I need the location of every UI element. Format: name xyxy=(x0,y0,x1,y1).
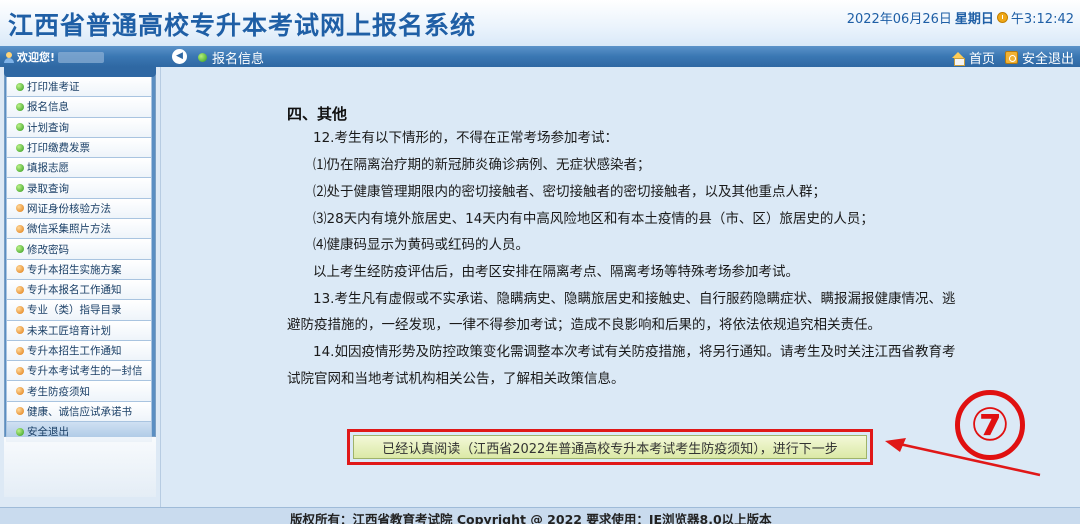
welcome-text: 欢迎您! xyxy=(17,51,56,64)
sidebar-item[interactable]: 修改密码 xyxy=(6,239,152,260)
orange-dot-icon xyxy=(16,346,24,355)
orange-dot-icon xyxy=(16,285,24,294)
green-dot-icon xyxy=(16,82,24,91)
sidebar-item[interactable]: 打印准考证 xyxy=(6,77,152,98)
weekday-text: 星期日 xyxy=(954,12,994,27)
sidebar-container: 打印准考证报名信息计划查询打印缴费发票 填报志愿录取查询网证身份核验方法 微信采集照… xyxy=(0,67,160,524)
sidebar-item[interactable]: 健康、诚信应试承诺书 xyxy=(6,401,152,423)
rule-paragraph: 试院官网和当地考试机构相关公告，了解相关政策信息。 xyxy=(287,371,625,387)
clock-icon xyxy=(996,12,1008,23)
sidebar-item-label: 微信采集照片方法 xyxy=(27,223,111,236)
orange-dot-icon xyxy=(16,366,24,375)
orange-dot-icon xyxy=(16,224,24,233)
orange-dot-icon xyxy=(16,204,24,213)
sidebar-item-label: 专升本招生实施方案 xyxy=(27,263,122,276)
rule-paragraph: ⑷健康码显示为黄码或红码的人员。 xyxy=(313,237,529,253)
sidebar-item-label: 打印缴费发票 xyxy=(27,142,90,155)
sidebar-item-label: 网证身份核验方法 xyxy=(27,202,111,215)
orange-dot-icon xyxy=(16,387,24,396)
home-link[interactable]: 首页 xyxy=(969,48,995,67)
orange-dot-icon xyxy=(16,326,24,335)
sidebar-top-bar xyxy=(4,67,156,77)
proceed-next-step-button[interactable]: 已经认真阅读（江西省2022年普通高校专升本考试考生防疫须知），进行下一步 xyxy=(353,435,867,459)
collapse-sidebar-button[interactable]: ◀ xyxy=(172,49,187,64)
sidebar-item[interactable]: 计划查询 xyxy=(6,117,152,138)
nav-bar: 欢迎您! ◀ 报名信息 首页 安全退出 xyxy=(0,46,1080,67)
rule-paragraph: 以上考生经防疫评估后，由考区安排在隔离考点、隔离考场等特殊考场参加考试。 xyxy=(313,264,799,280)
sidebar-item-label: 健康、诚信应试承诺书 xyxy=(27,405,132,418)
current-page-label: 报名信息 xyxy=(212,52,265,67)
sidebar-item-label: 专升本报名工作通知 xyxy=(27,284,122,297)
sidebar-item-label: 考生防疫须知 xyxy=(27,385,90,398)
exit-icon[interactable] xyxy=(1004,51,1018,64)
sidebar-item-label: 修改密码 xyxy=(27,243,69,256)
rule-paragraph: ⑴仍在隔离治疗期的新冠肺炎确诊病例、无症状感染者； xyxy=(313,157,651,173)
sidebar-item[interactable]: 录取查询 xyxy=(6,178,152,199)
rule-paragraph: ⑶28天内有境外旅居史、14天内有中高风险地区和有本土疫情的县（市、区）旅居史的… xyxy=(313,211,874,227)
user-icon xyxy=(4,51,14,63)
sidebar-item[interactable]: 专业（类）指导目录 xyxy=(6,300,152,321)
sidebar-item[interactable]: 网证身份核验方法 xyxy=(6,198,152,220)
sidebar-item[interactable]: 考生防疫须知 xyxy=(6,381,152,402)
sidebar-item[interactable]: 微信采集照片方法 xyxy=(6,219,152,240)
green-dot-icon xyxy=(16,184,24,193)
green-dot-icon xyxy=(198,53,207,62)
exit-link[interactable]: 安全退出 xyxy=(1022,48,1074,67)
home-icon[interactable] xyxy=(951,51,965,66)
orange-dot-icon xyxy=(16,305,24,314)
sidebar-item[interactable]: 专升本考试考生的一封信 xyxy=(6,361,152,382)
sidebar-item-label: 报名信息 xyxy=(27,101,69,114)
green-dot-icon xyxy=(16,102,24,111)
page-header: 江西省普通高校专升本考试网上报名系统 2022年06月26日 星期日 午3:12… xyxy=(0,0,1080,46)
sidebar-item-label: 专升本考试考生的一封信 xyxy=(27,365,143,378)
rule-paragraph: 避防疫措施的，一经发现，一律不得参加考试；造成不良影响和后果的，将依法依规追究相… xyxy=(287,317,881,333)
sidebar-item[interactable]: 专升本招生工作通知 xyxy=(6,340,152,362)
rule-paragraph: 14.如因疫情形势及防控政策变化需调整本次考试有关防疫措施，将另行通知。请考生及… xyxy=(313,344,956,360)
sidebar-item[interactable]: 填报志愿 xyxy=(6,158,152,179)
rule-paragraph: 13.考生凡有虚假或不实承诺、隐瞒病史、隐瞒旅居史和接触史、自行服药隐瞒症状、瞒… xyxy=(313,291,956,307)
footer-copyright: 版权所有：江西省教育考试院 Copyright @ 2022 要求使用：IE浏览… xyxy=(290,512,772,524)
sidebar-item[interactable]: 未来工匠培育计划 xyxy=(6,320,152,341)
green-dot-icon xyxy=(16,123,24,132)
orange-dot-icon xyxy=(16,407,24,416)
sidebar-item-label: 专升本招生工作通知 xyxy=(27,345,122,357)
section-title: 四、其他 xyxy=(287,105,348,123)
sidebar-item[interactable]: 专升本招生实施方案 xyxy=(6,259,152,280)
rule-paragraph: 12.考生有以下情形的，不得在正常考场参加考试： xyxy=(313,130,618,146)
rule-paragraph: ⑵处于健康管理期限内的密切接触者、密切接触者的密切接触者，以及其他重点人群； xyxy=(313,184,826,200)
green-dot-icon xyxy=(16,245,24,254)
page-footer: 版权所有：江西省教育考试院 Copyright @ 2022 要求使用：IE浏览… xyxy=(0,507,1080,524)
sidebar-item-label: 录取查询 xyxy=(27,182,69,195)
site-title: 江西省普通高校专升本考试网上报名系统 xyxy=(8,11,477,40)
sidebar-item[interactable]: 打印缴费发票 xyxy=(6,137,152,159)
username-blurred xyxy=(58,51,105,63)
sidebar-bottom xyxy=(4,437,156,497)
green-dot-icon xyxy=(16,143,24,152)
sidebar-item-label: 计划查询 xyxy=(27,121,69,134)
datetime-display: 2022年06月26日 星期日 午3:12:42 xyxy=(847,8,1074,27)
green-dot-icon xyxy=(16,427,24,436)
annotation-arrow-icon xyxy=(885,438,1041,477)
sidebar-item[interactable]: 报名信息 xyxy=(6,97,152,118)
green-dot-icon xyxy=(16,163,24,172)
time-text: 午3:12:42 xyxy=(1010,12,1074,27)
sidebar-item-label: 填报志愿 xyxy=(27,162,69,175)
sidebar-item-label: 专业（类）指导目录 xyxy=(27,304,122,317)
sidebar-menu: 打印准考证报名信息计划查询打印缴费发票 填报志愿录取查询网证身份核验方法 微信采集照… xyxy=(6,77,152,443)
sidebar-item-label: 未来工匠培育计划 xyxy=(27,324,111,337)
nav-actions: 首页 安全退出 xyxy=(951,48,1074,67)
orange-dot-icon xyxy=(16,265,24,274)
highlight-box: 已经认真阅读（江西省2022年普通高校专升本考试考生防疫须知），进行下一步 xyxy=(347,429,873,465)
date-text: 2022年06月26日 xyxy=(846,12,952,27)
sidebar-item[interactable]: 专升本报名工作通知 xyxy=(6,279,152,301)
sidebar-item-label: 打印准考证 xyxy=(27,81,80,94)
welcome-area: 欢迎您! xyxy=(4,49,105,65)
current-page-indicator: 报名信息 xyxy=(198,48,264,67)
